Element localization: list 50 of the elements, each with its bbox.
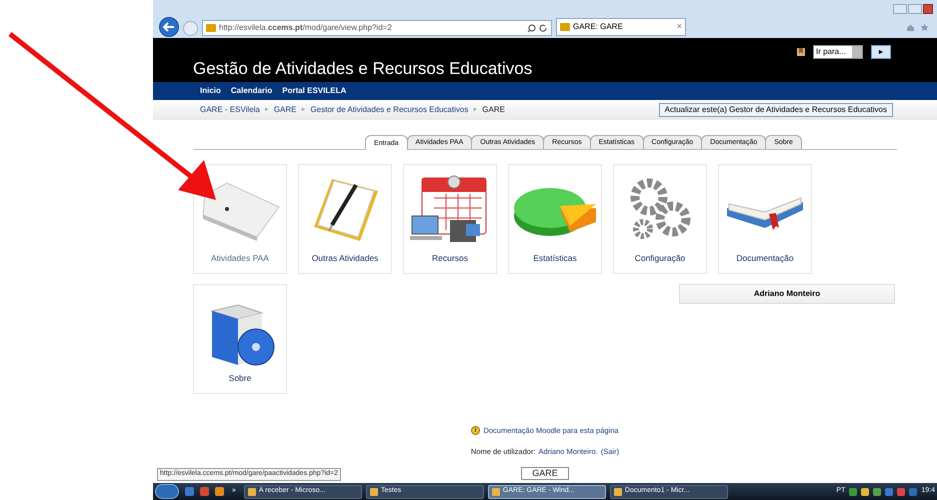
tile-label: Estatísticas: [533, 252, 577, 265]
refresh-icon: [539, 24, 548, 32]
breadcrumb-current: GARE: [482, 104, 505, 116]
forward-button[interactable]: [183, 21, 198, 36]
breadcrumb-link[interactable]: GARE: [274, 104, 296, 116]
tile-label: Sobre: [228, 372, 252, 385]
tile-label: Atividades PAA: [211, 252, 269, 265]
browser-tab[interactable]: GARE: GARE ×: [556, 18, 686, 36]
tile[interactable]: Estatísticas: [508, 164, 602, 274]
app-icon: [370, 488, 378, 496]
nav-link[interactable]: Portal ESVILELA: [282, 85, 346, 97]
tile[interactable]: Documentação: [718, 164, 812, 274]
tile[interactable]: Outras Atividades: [298, 164, 392, 274]
url-text: http://esvilela.ccems.pt/mod/gare/view.php?id=2: [219, 22, 393, 34]
tile-label: Documentação: [736, 252, 794, 265]
site-icon: [560, 23, 570, 31]
app-icon: [248, 488, 256, 496]
close-button[interactable]: [923, 4, 933, 14]
site-title: Gestão de Atividades e Recursos Educativos: [193, 58, 532, 80]
app-icon: [614, 488, 622, 496]
back-button[interactable]: [159, 17, 179, 37]
tile-label: Outras Atividades: [312, 252, 378, 265]
close-icon[interactable]: ×: [676, 20, 682, 34]
tile[interactable]: Atividades PAA: [193, 164, 287, 274]
tile-label: Configuração: [634, 252, 686, 265]
breadcrumb-link[interactable]: GARE - ESVilela: [200, 104, 260, 116]
home-icon[interactable]: [906, 23, 915, 32]
minimize-button[interactable]: [893, 4, 907, 14]
search-icon: [527, 24, 536, 32]
tile-label: Recursos: [432, 252, 468, 265]
start-button[interactable]: [155, 484, 179, 499]
update-button[interactable]: Actualizar este(a) Gestor de Atividades e Recursos Educativos: [658, 103, 893, 117]
back-arrow-icon: [163, 22, 175, 32]
tile[interactable]: Sobre: [193, 284, 287, 394]
app-icon: [492, 488, 500, 496]
breadcrumb-link[interactable]: Gestor de Atividades e Recursos Educativos: [310, 104, 468, 116]
user-block: Adriano Monteiro: [679, 284, 895, 304]
tile[interactable]: Recursos: [403, 164, 497, 274]
bookmark-icon: [797, 48, 805, 56]
star-icon[interactable]: [920, 23, 929, 32]
nav-link[interactable]: Calendario: [230, 85, 272, 97]
jump-select[interactable]: Ir para...: [813, 45, 863, 59]
nav-link[interactable]: Inicio: [200, 85, 221, 97]
maximize-button[interactable]: [908, 4, 922, 14]
tile[interactable]: Configuração: [613, 164, 707, 274]
site-icon: [206, 24, 216, 32]
info-icon: [471, 426, 480, 435]
course-button[interactable]: GARE: [521, 467, 569, 480]
dropdown-icon: [852, 46, 862, 58]
address-bar[interactable]: http://esvilela.ccems.pt/mod/gare/view.php?id=2: [202, 20, 552, 36]
